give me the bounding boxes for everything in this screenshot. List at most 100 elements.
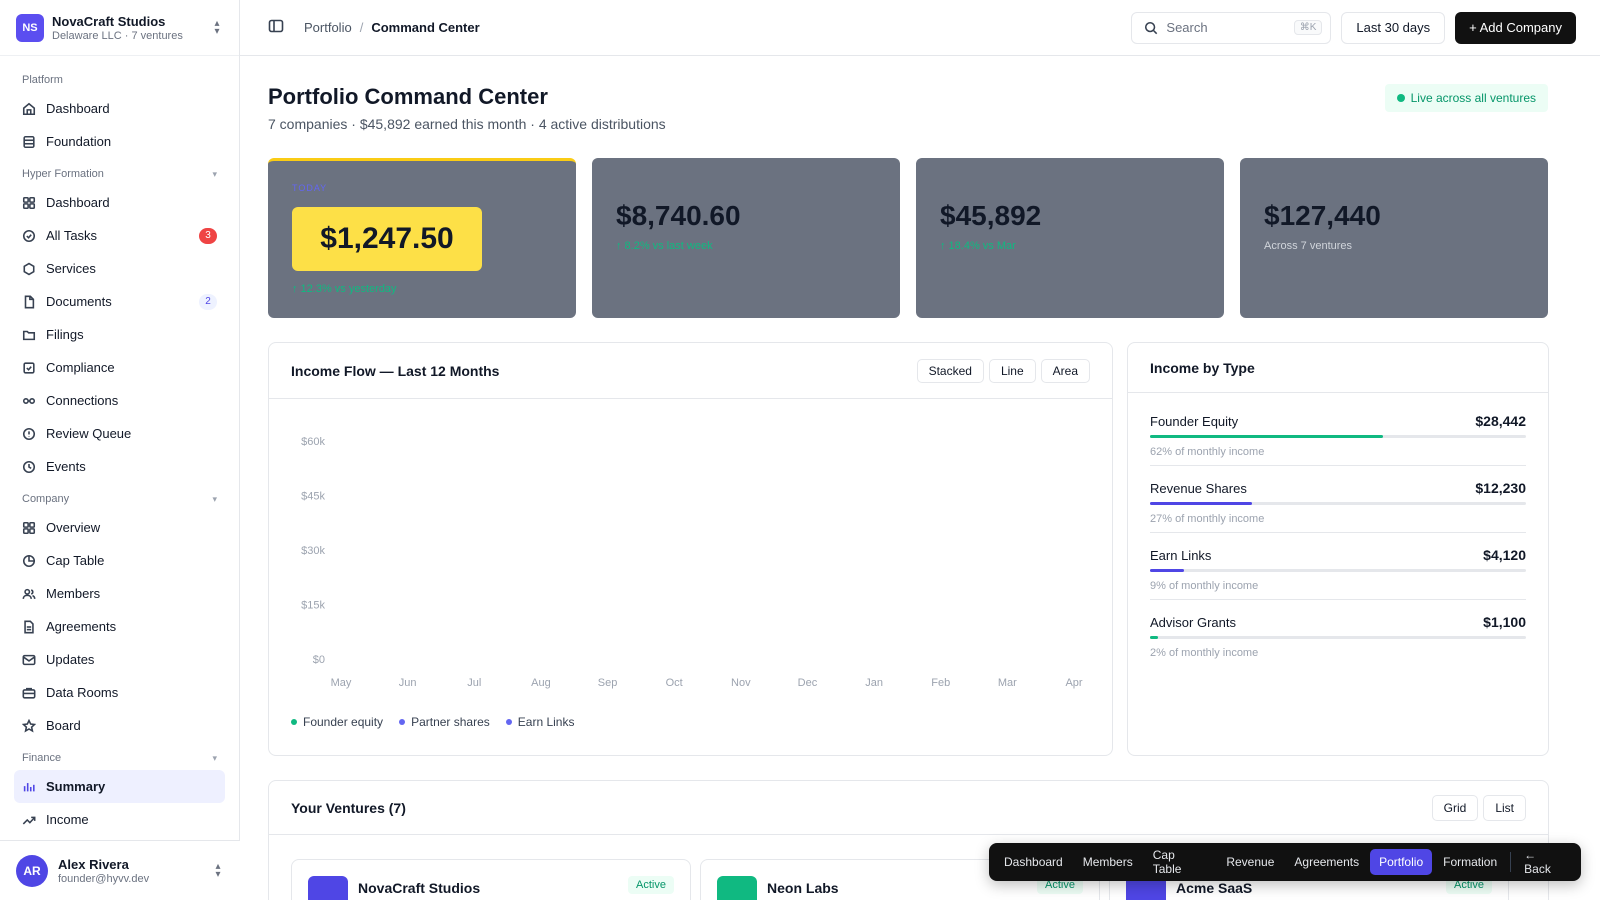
org-avatar: NS — [16, 13, 44, 42]
sidebar-item-label: Review Queue — [46, 426, 132, 441]
stat-card-total[interactable]: $127,440 Across 7 ventures — [1240, 158, 1548, 318]
nav-group-company[interactable]: Company ▾ — [14, 483, 225, 511]
legend-swatch — [291, 719, 297, 725]
sidebar-item-board[interactable]: Board — [14, 709, 225, 742]
sidebar-item-documents[interactable]: Documents 2 — [14, 285, 225, 318]
stat-card-today[interactable]: TODAY $1,247.50 ↑ 12.3% vs yesterday — [268, 158, 576, 318]
x-tick-label: Jan — [865, 677, 883, 689]
mode-area-button[interactable]: Area — [1040, 358, 1090, 383]
search-placeholder: Search — [1166, 20, 1208, 35]
sidebar-item-label: Compliance — [46, 360, 115, 375]
legend-item-founder-equity[interactable]: Founder equity — [291, 715, 383, 729]
sidebar-item-label: Updates — [46, 652, 95, 667]
breadcrumb-portfolio[interactable]: Portfolio — [304, 20, 352, 35]
sidebar-item-summary[interactable]: Summary — [14, 770, 225, 803]
income-flow-chart: $60k $45k $30k $15k $0 May Jun Jul Aug Sep Oct Nov D… — [301, 436, 1083, 689]
date-range-button[interactable]: Last 30 days — [1341, 11, 1446, 44]
sidebar-toggle-icon[interactable] — [268, 18, 284, 37]
quick-nav-cap-table[interactable]: Cap Table — [1144, 848, 1216, 876]
view-list-button[interactable]: List — [1483, 794, 1526, 821]
sidebar-item-label: Agreements — [46, 619, 117, 634]
income-type-revenue-shares[interactable]: Revenue Shares $12,230 27% of monthly in… — [1150, 466, 1526, 533]
nav-group-hyper-formation[interactable]: Hyper Formation ▾ — [14, 158, 225, 186]
chevron-updown-icon: ▴ ▾ — [214, 17, 220, 37]
divider — [1510, 852, 1512, 872]
stat-label: TODAY — [292, 183, 328, 193]
x-tick-label: Dec — [798, 677, 818, 689]
sidebar-item-agreements[interactable]: Agreements — [14, 610, 225, 643]
quick-nav-agreements[interactable]: Agreements — [1285, 849, 1368, 875]
x-tick-label: Jul — [467, 677, 481, 689]
sidebar-item-label: Dashboard — [46, 101, 110, 116]
avatar: AR — [16, 854, 48, 887]
legend-item-earn-links[interactable]: Earn Links — [505, 715, 574, 729]
sidebar-item-overview[interactable]: Overview — [14, 511, 225, 544]
income-type-percent: 2% of monthly income — [1150, 647, 1259, 659]
quick-nav-revenue[interactable]: Revenue — [1217, 849, 1283, 875]
x-tick-label: Jun — [399, 677, 417, 689]
y-tick-label: $30k — [301, 545, 325, 557]
sidebar-item-label: Dashboard — [46, 195, 110, 210]
sidebar-item-dashboard[interactable]: Dashboard — [14, 92, 225, 125]
sidebar-item-foundation[interactable]: Foundation — [14, 125, 225, 158]
sidebar-item-compliance[interactable]: Compliance — [14, 351, 225, 384]
income-type-bar — [1150, 636, 1526, 639]
sidebar-item-data-rooms[interactable]: Data Rooms — [14, 676, 225, 709]
sidebar-item-services[interactable]: Services — [14, 252, 225, 285]
x-tick-label: Nov — [731, 677, 751, 689]
x-tick-label: Sep — [598, 677, 618, 689]
top-header: Portfolio / Command Center Search ⌘K Las… — [240, 0, 1600, 56]
income-type-name: Founder Equity — [1150, 413, 1239, 429]
add-company-button[interactable]: + Add Company — [1455, 11, 1576, 44]
venture-avatar: NS — [308, 876, 348, 900]
back-button[interactable]: ← Back — [1515, 848, 1575, 876]
stat-card-week[interactable]: $8,740.60 ↑ 8.2% vs last week — [592, 158, 900, 318]
mail-icon — [22, 653, 36, 667]
user-menu[interactable]: AR Alex Rivera founder@hyvv.dev ▴ ▾ — [0, 840, 240, 900]
income-type-advisor-grants[interactable]: Advisor Grants $1,100 2% of monthly inco… — [1150, 600, 1526, 667]
x-tick-label: Oct — [666, 677, 683, 689]
income-type-earn-links[interactable]: Earn Links $4,120 9% of monthly income — [1150, 533, 1526, 600]
stat-card-month[interactable]: $45,892 ↑ 18.4% vs Mar — [916, 158, 1224, 318]
nav-group-label: Finance — [22, 752, 62, 764]
folder-icon — [22, 328, 36, 342]
legend-item-partner-shares[interactable]: Partner shares — [399, 715, 490, 729]
hexagon-icon — [22, 262, 36, 276]
count-badge: 3 — [199, 227, 217, 244]
x-tick-label: Apr — [1065, 677, 1082, 689]
chevron-down-icon: ▾ — [212, 493, 217, 504]
sidebar-item-all-tasks[interactable]: All Tasks 3 — [14, 219, 225, 252]
sidebar-item-connections[interactable]: Connections — [14, 384, 225, 417]
nav-group-platform: Platform — [14, 64, 225, 92]
venture-card-novacraft-studios[interactable]: NS NovaCraft Studios Active — [291, 859, 691, 900]
mode-line-button[interactable]: Line — [988, 358, 1036, 383]
quick-nav-members[interactable]: Members — [1074, 849, 1142, 875]
venture-name: NovaCraft Studios — [358, 880, 481, 896]
view-grid-button[interactable]: Grid — [1431, 794, 1479, 821]
nav-group-label: Company — [22, 493, 70, 505]
income-type-founder-equity[interactable]: Founder Equity $28,442 62% of monthly in… — [1150, 399, 1526, 466]
home-icon — [22, 102, 36, 116]
sidebar-item-events[interactable]: Events — [14, 450, 225, 483]
income-flow-card: Income Flow — Last 12 Months Stacked Lin… — [268, 342, 1113, 756]
sidebar-item-label: Summary — [46, 779, 106, 794]
search-input[interactable]: Search ⌘K — [1131, 11, 1332, 44]
nav-group-finance[interactable]: Finance ▾ — [14, 742, 225, 770]
live-status-badge: Live across all ventures — [1384, 84, 1548, 112]
quick-nav-dashboard[interactable]: Dashboard — [995, 849, 1072, 875]
main-content: Portfolio Command Center 7 companies · $… — [240, 56, 1600, 900]
org-switcher[interactable]: NS NovaCraft Studios Delaware LLC · 7 ve… — [0, 0, 239, 56]
sidebar-item-income[interactable]: Income — [14, 803, 225, 836]
sidebar-item-members[interactable]: Members — [14, 577, 225, 610]
mode-stacked-button[interactable]: Stacked — [916, 358, 984, 383]
sidebar-item-review-queue[interactable]: Review Queue — [14, 417, 225, 450]
sidebar-item-updates[interactable]: Updates — [14, 643, 225, 676]
income-by-type-title: Income by Type — [1150, 359, 1255, 376]
pie-icon — [22, 554, 36, 568]
stat-delta: ↑ 18.4% vs Mar — [940, 240, 1016, 252]
sidebar-item-dashboard[interactable]: Dashboard — [14, 186, 225, 219]
sidebar-item-filings[interactable]: Filings — [14, 318, 225, 351]
sidebar-item-cap-table[interactable]: Cap Table — [14, 544, 225, 577]
quick-nav-portfolio[interactable]: Portfolio — [1370, 849, 1433, 875]
quick-nav-formation[interactable]: Formation — [1434, 849, 1506, 875]
